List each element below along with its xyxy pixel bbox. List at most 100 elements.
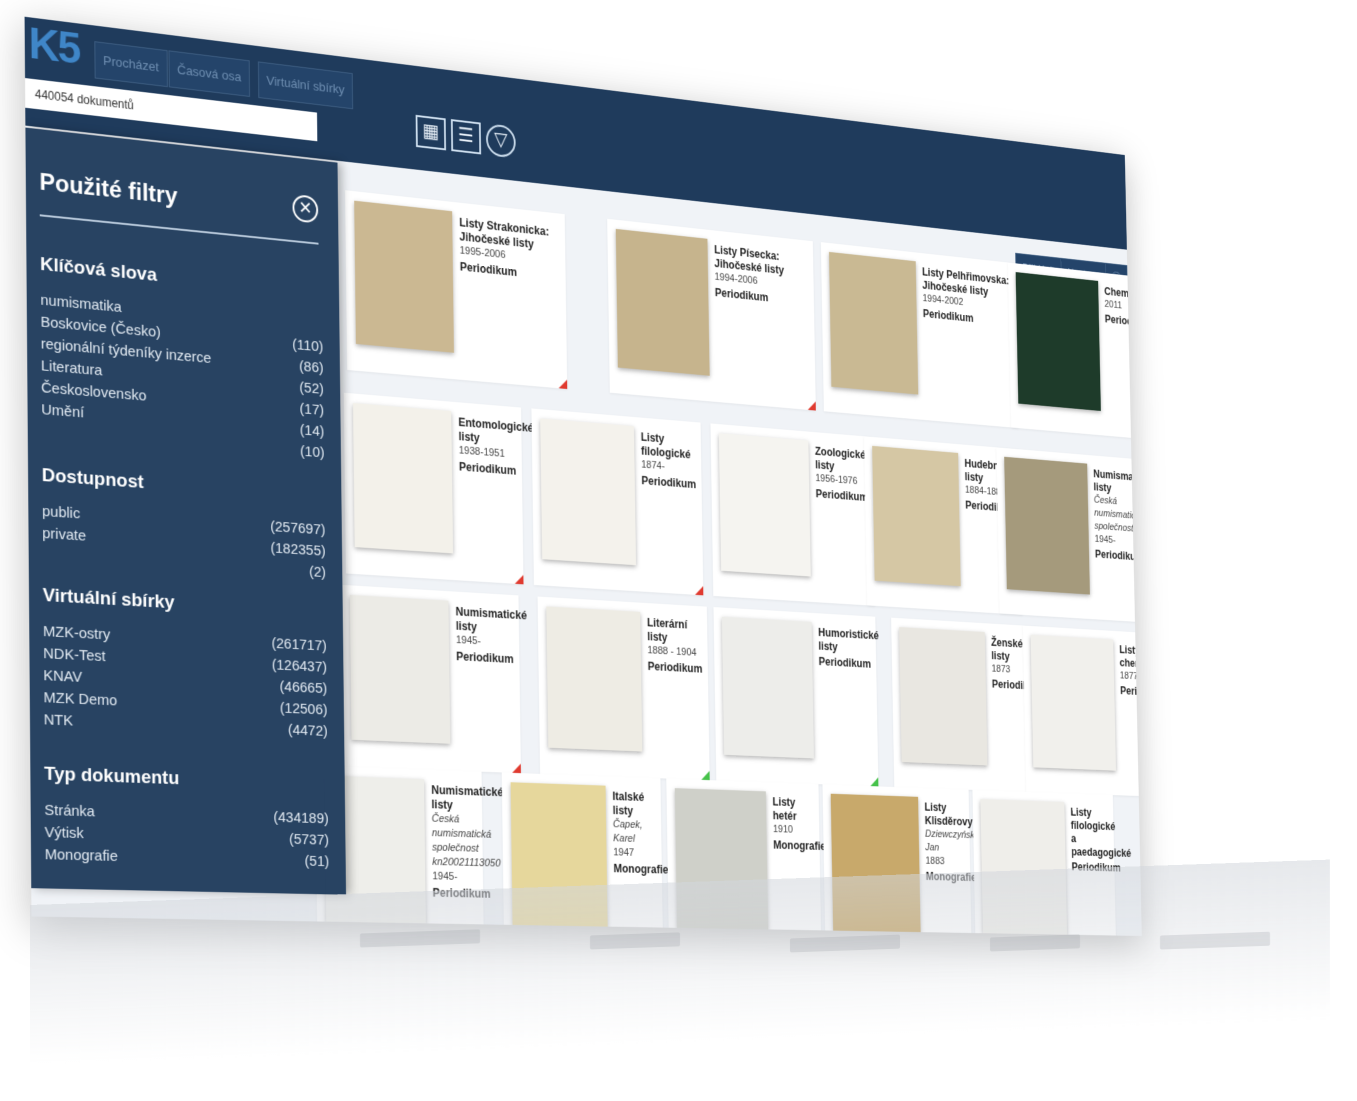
filter-item-count: (110) <box>292 336 324 356</box>
document-years: 1945- <box>432 870 458 883</box>
document-thumbnail[interactable] <box>718 433 811 577</box>
document-thumbnail[interactable] <box>1030 634 1117 771</box>
document-type: Periodikum <box>458 459 517 478</box>
filters-title: Použité filtry <box>39 168 178 210</box>
filter-item-count: (2) <box>309 563 326 581</box>
document-title[interactable]: Numismatické listy <box>1093 468 1142 498</box>
document-title[interactable]: Listy hetér <box>772 795 814 824</box>
document-title[interactable]: Humoristické listy <box>818 626 879 656</box>
filter-item-count: (12506) <box>279 699 328 719</box>
document-years: 1888 - 1904 <box>647 644 697 659</box>
nav-browse[interactable]: Procházet <box>94 41 168 88</box>
filter-item-label: Stránka <box>44 801 95 821</box>
result-tile[interactable]: Zoologické listy 1956-1976 Periodikum <box>710 423 876 606</box>
private-access-marker <box>807 400 816 411</box>
filter-item-count: (4472) <box>287 721 328 740</box>
document-years: 1947 <box>613 846 635 859</box>
document-title[interactable]: Listy filologické a paedagogické <box>1070 806 1131 860</box>
filter-section-heading: Virtuální sbírky <box>42 584 175 614</box>
filter-item-label: public <box>42 502 81 523</box>
document-author: Česká numismatická společnost kn20021113… <box>431 812 501 870</box>
filter-item-count: (86) <box>299 358 324 377</box>
result-tile[interactable]: Numismatické listy 1945- Periodikum <box>340 584 527 774</box>
result-tile[interactable]: Numismatické listy Česká numismatická spo… <box>996 447 1142 623</box>
result-tile[interactable]: Entomologické listy 1938-1951 Periodikum <box>343 392 534 585</box>
app-window: K5 Procházet Časová osa Virtuální sbírky… <box>24 16 1142 937</box>
document-thumbnail[interactable] <box>349 594 451 744</box>
k5-logo[interactable]: K5 <box>28 19 79 74</box>
document-years: 1910 <box>772 823 794 836</box>
document-thumbnail[interactable] <box>828 251 919 395</box>
filter-section: Virtuální sbírky MZK-ostry (261717) NDK-Tes… <box>43 585 328 743</box>
document-type: Periodikum <box>1120 684 1142 700</box>
result-tile[interactable]: Literární listy 1888 - 1904 Periodikum <box>537 596 710 781</box>
document-title[interactable]: Listy Klisděrovy <box>924 801 972 829</box>
filter-item-count: (182355) <box>270 539 326 560</box>
document-thumbnail[interactable] <box>1015 272 1101 411</box>
document-meta: Literární listy 1888 - 1904 Periodikum <box>647 616 703 676</box>
filter-item-label: NTK <box>43 711 74 730</box>
document-thumbnail[interactable] <box>1004 456 1090 595</box>
close-icon[interactable]: ✕ <box>292 194 319 224</box>
filter-section-heading: Dostupnost <box>41 464 144 494</box>
filter-item-count: (434189) <box>273 808 329 828</box>
document-title[interactable]: Numismatické listy <box>456 605 527 637</box>
document-title[interactable]: Entomologické listy <box>458 415 533 448</box>
document-title[interactable]: Numismatické listy <box>431 783 503 813</box>
public-access-marker <box>701 770 710 781</box>
filter-item-count: (5737) <box>288 830 330 849</box>
private-access-marker <box>694 585 704 596</box>
filter-item-count: (17) <box>299 400 325 419</box>
nav-timeline[interactable]: Časová osa <box>168 50 250 97</box>
document-meta: Humoristické listy Periodikum <box>818 626 879 671</box>
filter-item-label: Výtisk <box>44 823 84 843</box>
filter-section: Dostupnost public (257697) private (182355)(… <box>42 465 326 584</box>
document-title[interactable]: Listy filologické <box>641 430 697 462</box>
document-type: Periodikum <box>456 649 514 666</box>
document-title[interactable]: Italské listy <box>612 790 656 819</box>
document-thumbnail[interactable] <box>540 418 637 566</box>
grid-view-icon[interactable]: ▦ <box>415 114 447 151</box>
document-meta: Listy filologické a paedagogickéPeriodik… <box>1070 806 1131 875</box>
public-access-marker <box>870 777 879 787</box>
document-title[interactable]: Literární listy <box>647 616 703 647</box>
private-access-marker <box>558 378 568 390</box>
document-thumbnail[interactable] <box>354 200 454 353</box>
document-years: 1956-1976 <box>815 472 858 487</box>
filter-section-heading: Typ dokumentu <box>44 763 180 790</box>
nav-virtual-collections[interactable]: Virtuální sbírky <box>257 61 353 110</box>
result-tile[interactable]: Listy chemické1877 - 1881Periodikum <box>1022 625 1142 798</box>
filter-item-label: KNAV <box>43 667 83 686</box>
private-access-marker <box>514 574 524 585</box>
result-tile[interactable]: Listy filologické 1874- Periodikum <box>531 408 704 596</box>
stage: K5 Procházet Časová osa Virtuální sbírky… <box>0 0 1357 1101</box>
document-type: Periodikum <box>815 487 868 504</box>
document-title[interactable]: Listy chemické <box>1119 643 1142 672</box>
result-tile[interactable]: Listy Písecka: Jihočeské listy 1994-2006 P… <box>607 218 816 411</box>
result-tile[interactable]: Chemické listy2011Periodikum <box>1007 262 1142 444</box>
filter-item-label: Monografie <box>44 846 118 865</box>
result-tile[interactable]: Listy Pelhřimovska: Jihočeské listy 1994-… <box>820 242 1019 429</box>
document-author: Dziewczyński, Jan <box>924 828 979 854</box>
document-meta: Listy filologické 1874- Periodikum <box>641 430 697 491</box>
list-view-icon[interactable]: ☰ <box>450 119 482 155</box>
document-thumbnail[interactable] <box>546 606 643 752</box>
document-thumbnail[interactable] <box>352 403 454 554</box>
applied-filters-panel: Použité filtry ✕ Klíčová slova numismatik… <box>25 127 347 895</box>
filter-item-label: NDK-Test <box>43 645 106 666</box>
document-title[interactable]: Zoologické listy <box>815 445 868 476</box>
document-thumbnail[interactable] <box>899 627 988 766</box>
result-tile[interactable]: Humoristické listy Periodikum <box>713 607 879 787</box>
filter-item-count: (126437) <box>271 656 328 676</box>
divider <box>39 214 319 245</box>
document-meta: Listy Pelhřimovska: Jihočeské listy 1994-… <box>922 265 1012 329</box>
filter-icon[interactable]: ▽ <box>485 123 516 159</box>
document-thumbnail[interactable] <box>615 228 710 376</box>
result-tile[interactable]: Listy Strakonicka: Jihočeské listy 1995-2… <box>345 190 568 390</box>
document-thumbnail[interactable] <box>872 445 961 587</box>
document-meta: Chemické listy2011Periodikum <box>1104 285 1142 334</box>
document-meta: Numismatické listy Česká numismatická spo… <box>431 783 503 901</box>
document-thumbnail[interactable] <box>721 616 814 759</box>
filter-item-count: (14) <box>299 421 325 441</box>
document-type: Periodikum <box>818 655 872 671</box>
